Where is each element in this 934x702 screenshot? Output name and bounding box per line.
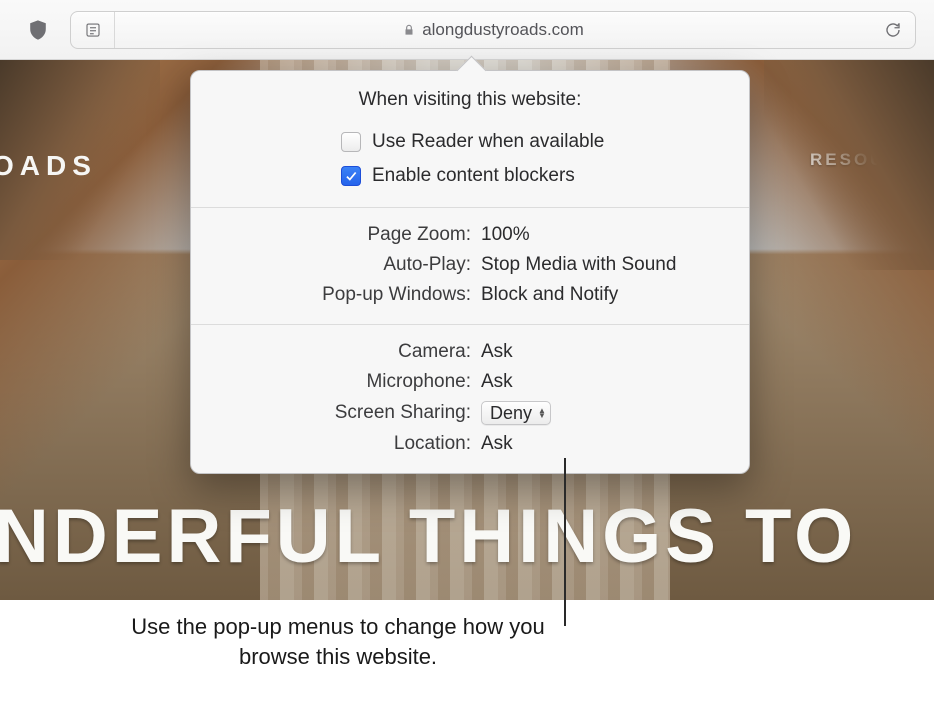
page-zoom-value[interactable]: 100% — [481, 224, 727, 246]
blockers-checkbox[interactable] — [341, 166, 361, 186]
shield-icon — [27, 19, 49, 41]
auto-play-value[interactable]: Stop Media with Sound — [481, 254, 727, 276]
popover-section-permissions: Camera: Ask Microphone: Ask Screen Shari… — [191, 324, 749, 473]
page-nav-fragment: RESOURC — [810, 150, 916, 170]
blockers-checkbox-label: Enable content blockers — [372, 165, 575, 187]
location-value[interactable]: Ask — [481, 433, 727, 455]
lock-icon — [402, 23, 416, 37]
callout-leader-line — [564, 458, 566, 626]
screen-sharing-row: Screen Sharing: Deny ▲▼ — [213, 397, 727, 429]
popup-windows-row: Pop-up Windows: Block and Notify — [213, 280, 727, 310]
camera-row: Camera: Ask — [213, 337, 727, 367]
page-zoom-label: Page Zoom: — [213, 224, 481, 246]
microphone-label: Microphone: — [213, 371, 481, 393]
screen-sharing-label: Screen Sharing: — [213, 402, 481, 424]
camera-value[interactable]: Ask — [481, 341, 727, 363]
page-brand-fragment: OADS — [0, 150, 97, 182]
popup-arrows-icon: ▲▼ — [538, 408, 546, 418]
reader-checkbox-row[interactable]: Use Reader when available — [213, 125, 727, 159]
popup-windows-value[interactable]: Block and Notify — [481, 284, 727, 306]
page-headline-fragment: NDERFUL THINGS TO — [0, 493, 857, 580]
page-zoom-row: Page Zoom: 100% — [213, 220, 727, 250]
popover-section-general: Page Zoom: 100% Auto-Play: Stop Media wi… — [191, 207, 749, 324]
auto-play-row: Auto-Play: Stop Media with Sound — [213, 250, 727, 280]
reader-checkbox-label: Use Reader when available — [372, 131, 604, 153]
location-row: Location: Ask — [213, 429, 727, 459]
popover-section-toggles: Use Reader when available Enable content… — [191, 125, 749, 207]
blockers-checkbox-row[interactable]: Enable content blockers — [213, 159, 727, 193]
callout-text: Use the pop-up menus to change how you b… — [108, 612, 568, 671]
screen-sharing-popup-button[interactable]: Deny ▲▼ — [481, 401, 551, 425]
reload-icon — [884, 21, 902, 39]
checkmark-icon — [344, 169, 358, 183]
screen-sharing-value: Deny — [490, 403, 532, 424]
popup-windows-label: Pop-up Windows: — [213, 284, 481, 306]
browser-toolbar: alongdustyroads.com — [0, 0, 934, 60]
location-label: Location: — [213, 433, 481, 455]
auto-play-label: Auto-Play: — [213, 254, 481, 276]
website-settings-popover: When visiting this website: Use Reader w… — [190, 70, 750, 474]
reader-format-icon — [84, 21, 102, 39]
reader-format-button[interactable] — [71, 12, 115, 48]
domain-text: alongdustyroads.com — [422, 20, 584, 40]
popover-title: When visiting this website: — [191, 71, 749, 125]
reader-checkbox[interactable] — [341, 132, 361, 152]
camera-label: Camera: — [213, 341, 481, 363]
address-bar[interactable]: alongdustyroads.com — [70, 11, 916, 49]
address-bar-text[interactable]: alongdustyroads.com — [115, 20, 871, 40]
microphone-row: Microphone: Ask — [213, 367, 727, 397]
reload-button[interactable] — [871, 12, 915, 48]
privacy-report-button[interactable] — [18, 12, 58, 48]
screen-sharing-popup[interactable]: Deny ▲▼ — [481, 401, 727, 425]
microphone-value[interactable]: Ask — [481, 371, 727, 393]
